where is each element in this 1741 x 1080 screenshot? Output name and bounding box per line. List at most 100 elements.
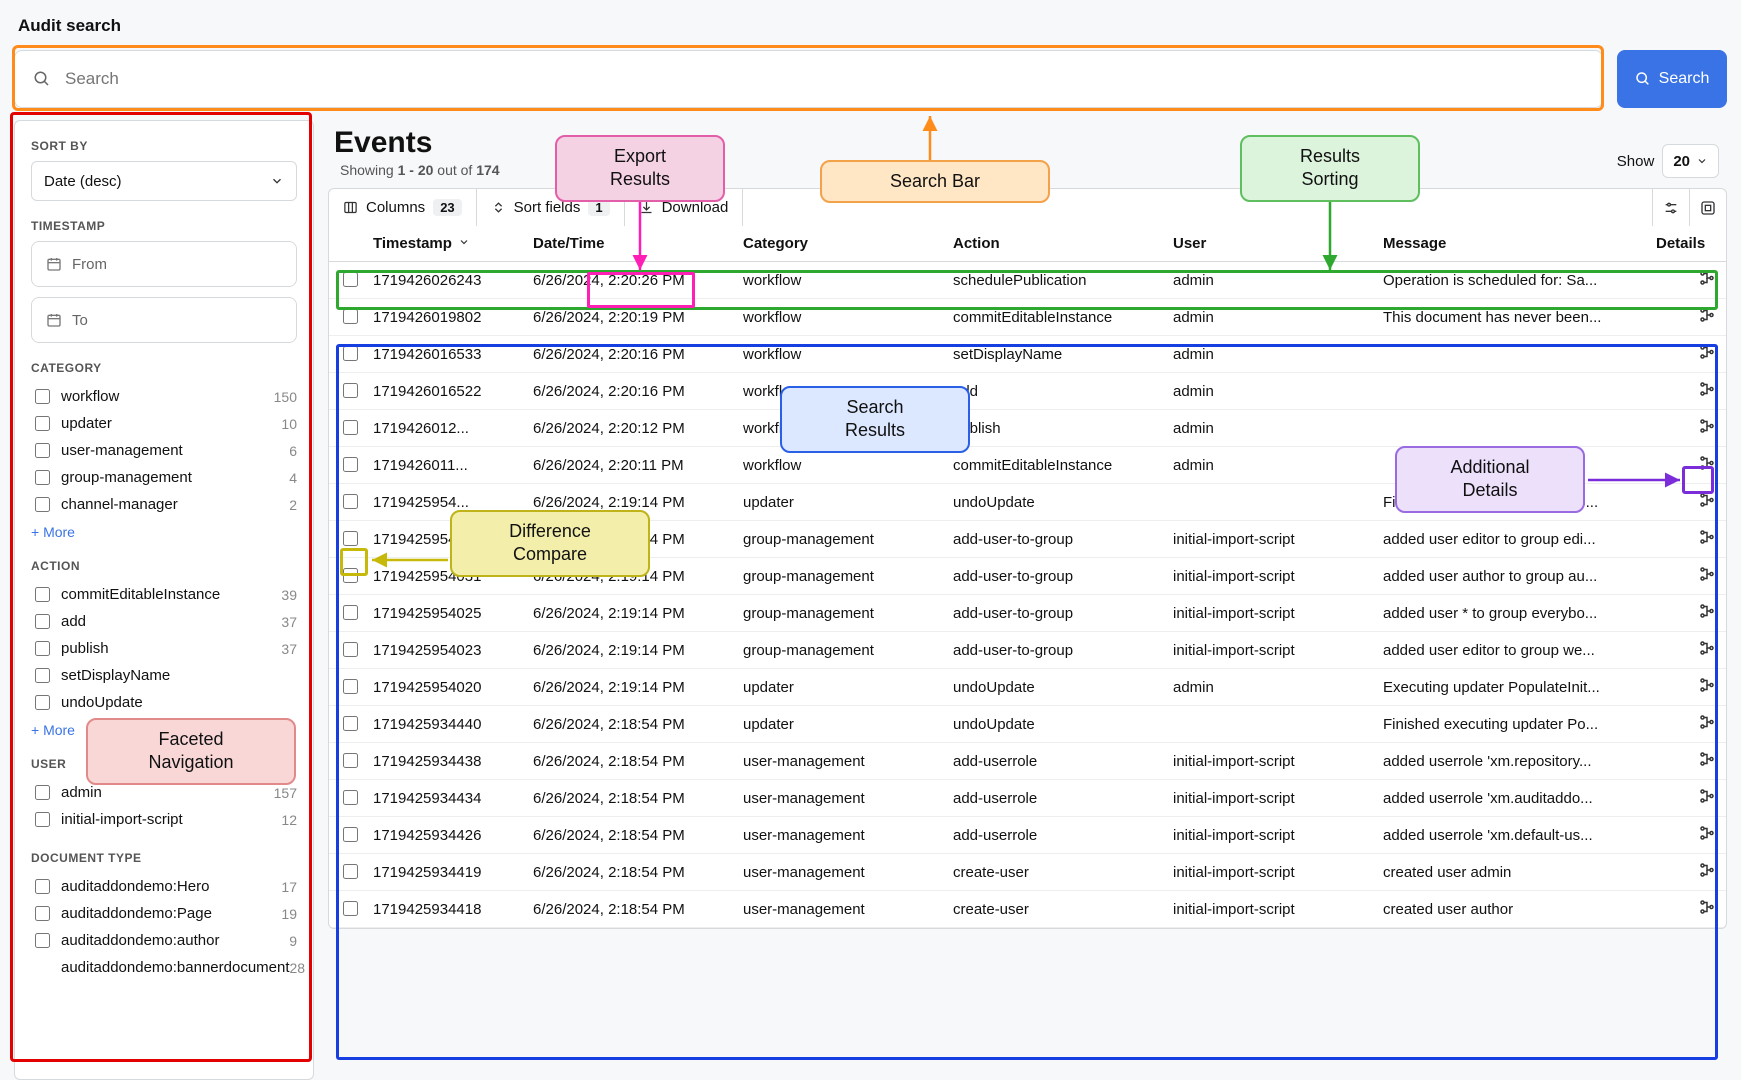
fullscreen-button[interactable] — [1689, 189, 1726, 226]
facet-checkbox[interactable] — [35, 443, 50, 458]
col-message[interactable]: Message — [1373, 226, 1646, 262]
facet-item-label[interactable]: workflow — [31, 386, 274, 407]
table-row[interactable]: 17194259344186/26/2024, 2:18:54 PMuser-m… — [329, 891, 1726, 928]
row-checkbox[interactable] — [343, 346, 358, 361]
details-button[interactable] — [1698, 787, 1716, 805]
facet-checkbox[interactable] — [35, 933, 50, 948]
details-button[interactable] — [1698, 861, 1716, 879]
details-button[interactable] — [1698, 639, 1716, 657]
row-checkbox[interactable] — [343, 827, 358, 842]
table-row[interactable]: 17194259344406/26/2024, 2:18:54 PMupdate… — [329, 706, 1726, 743]
facet-checkbox[interactable] — [35, 695, 50, 710]
details-button[interactable] — [1698, 676, 1716, 694]
facet-item-label[interactable]: publish — [31, 638, 281, 659]
table-row[interactable]: 17194259540256/26/2024, 2:19:14 PMgroup-… — [329, 595, 1726, 632]
details-button[interactable] — [1698, 417, 1716, 435]
columns-button[interactable]: Columns 23 — [329, 189, 477, 226]
details-button[interactable] — [1698, 713, 1716, 731]
search-box[interactable] — [14, 50, 1603, 108]
col-action[interactable]: Action — [943, 226, 1163, 262]
details-button[interactable] — [1698, 602, 1716, 620]
facet-checkbox[interactable] — [35, 389, 50, 404]
row-checkbox[interactable] — [343, 309, 358, 324]
facet-checkbox[interactable] — [35, 416, 50, 431]
details-button[interactable] — [1698, 306, 1716, 324]
col-category[interactable]: Category — [733, 226, 943, 262]
facet-checkbox[interactable] — [35, 668, 50, 683]
facet-checkbox[interactable] — [35, 785, 50, 800]
filter-settings-button[interactable] — [1652, 189, 1689, 226]
details-button[interactable] — [1698, 380, 1716, 398]
facet-item-label[interactable]: auditaddondemo:Page — [31, 903, 281, 924]
row-checkbox[interactable] — [343, 790, 358, 805]
action-more-link[interactable]: + More — [31, 722, 75, 738]
row-checkbox[interactable] — [343, 864, 358, 879]
facet-item-label[interactable]: add — [31, 611, 281, 632]
row-checkbox[interactable] — [343, 605, 358, 620]
facet-checkbox[interactable] — [35, 812, 50, 827]
row-checkbox[interactable] — [343, 642, 358, 657]
row-checkbox[interactable] — [343, 420, 358, 435]
table-row[interactable]: 17194259344346/26/2024, 2:18:54 PMuser-m… — [329, 780, 1726, 817]
category-more-link[interactable]: + More — [31, 524, 75, 540]
details-button[interactable] — [1698, 898, 1716, 916]
col-user[interactable]: User — [1163, 226, 1373, 262]
facet-item-label[interactable]: undoUpdate — [31, 692, 297, 713]
facet-item-label[interactable]: auditaddondemo:Hero — [31, 876, 281, 897]
facet-item-label[interactable]: updater — [31, 413, 281, 434]
facet-checkbox[interactable] — [35, 641, 50, 656]
row-checkbox[interactable] — [343, 494, 358, 509]
table-row[interactable]: 17194259344386/26/2024, 2:18:54 PMuser-m… — [329, 743, 1726, 780]
search-button[interactable]: Search — [1617, 50, 1727, 108]
details-button[interactable] — [1698, 528, 1716, 546]
facet-item-label[interactable]: auditaddondemo:bannerdocument — [31, 957, 290, 978]
table-row[interactable]: 17194259344266/26/2024, 2:18:54 PMuser-m… — [329, 817, 1726, 854]
col-datetime[interactable]: Date/Time — [523, 226, 733, 262]
col-timestamp[interactable]: Timestamp — [363, 226, 523, 262]
facet-item-label[interactable]: commitEditableInstance — [31, 584, 281, 605]
facet-item-label[interactable]: auditaddondemo:author — [31, 930, 289, 951]
row-checkbox[interactable] — [343, 679, 358, 694]
row-checkbox[interactable] — [343, 568, 358, 583]
facet-item-label[interactable]: group-management — [31, 467, 289, 488]
row-checkbox[interactable] — [343, 753, 358, 768]
facet-item-label[interactable]: admin — [31, 782, 274, 803]
table-row[interactable]: 17194260262436/26/2024, 2:20:26 PMworkfl… — [329, 262, 1726, 299]
facet-checkbox[interactable] — [35, 879, 50, 894]
details-button[interactable] — [1698, 491, 1716, 509]
table-row[interactable]: 1719426012...6/26/2024, 2:20:12 PMworkfl… — [329, 410, 1726, 447]
row-checkbox[interactable] — [343, 531, 358, 546]
row-checkbox[interactable] — [343, 383, 358, 398]
details-button[interactable] — [1698, 454, 1716, 472]
facet-item-label[interactable]: setDisplayName — [31, 665, 297, 686]
row-checkbox[interactable] — [343, 716, 358, 731]
facet-checkbox[interactable] — [35, 470, 50, 485]
facet-checkbox[interactable] — [35, 587, 50, 602]
row-checkbox[interactable] — [343, 272, 358, 287]
table-row[interactable]: 17194260165226/26/2024, 2:20:16 PMworkfl… — [329, 373, 1726, 410]
search-input[interactable] — [63, 68, 1584, 90]
row-checkbox[interactable] — [343, 457, 358, 472]
table-row[interactable]: 17194260165336/26/2024, 2:20:16 PMworkfl… — [329, 336, 1726, 373]
sort-select[interactable]: Date (desc) — [31, 161, 297, 201]
table-row[interactable]: 17194259540236/26/2024, 2:19:14 PMgroup-… — [329, 632, 1726, 669]
table-row[interactable]: 17194260198026/26/2024, 2:20:19 PMworkfl… — [329, 299, 1726, 336]
date-from-input[interactable]: From — [31, 241, 297, 287]
row-checkbox[interactable] — [343, 901, 358, 916]
details-button[interactable] — [1698, 565, 1716, 583]
page-size-select[interactable]: 20 — [1662, 144, 1719, 178]
date-to-input[interactable]: To — [31, 297, 297, 343]
facet-checkbox[interactable] — [35, 906, 50, 921]
details-button[interactable] — [1698, 343, 1716, 361]
facet-checkbox[interactable] — [35, 614, 50, 629]
details-button[interactable] — [1698, 269, 1716, 287]
table-row[interactable]: 17194259344196/26/2024, 2:18:54 PMuser-m… — [329, 854, 1726, 891]
details-button[interactable] — [1698, 750, 1716, 768]
facet-item-label[interactable]: channel-manager — [31, 494, 289, 515]
facet-item-label[interactable]: user-management — [31, 440, 289, 461]
details-button[interactable] — [1698, 824, 1716, 842]
table-row[interactable]: 17194259540206/26/2024, 2:19:14 PMupdate… — [329, 669, 1726, 706]
cell-user: admin — [1163, 299, 1373, 336]
facet-item-label[interactable]: initial-import-script — [31, 809, 281, 830]
facet-checkbox[interactable] — [35, 497, 50, 512]
